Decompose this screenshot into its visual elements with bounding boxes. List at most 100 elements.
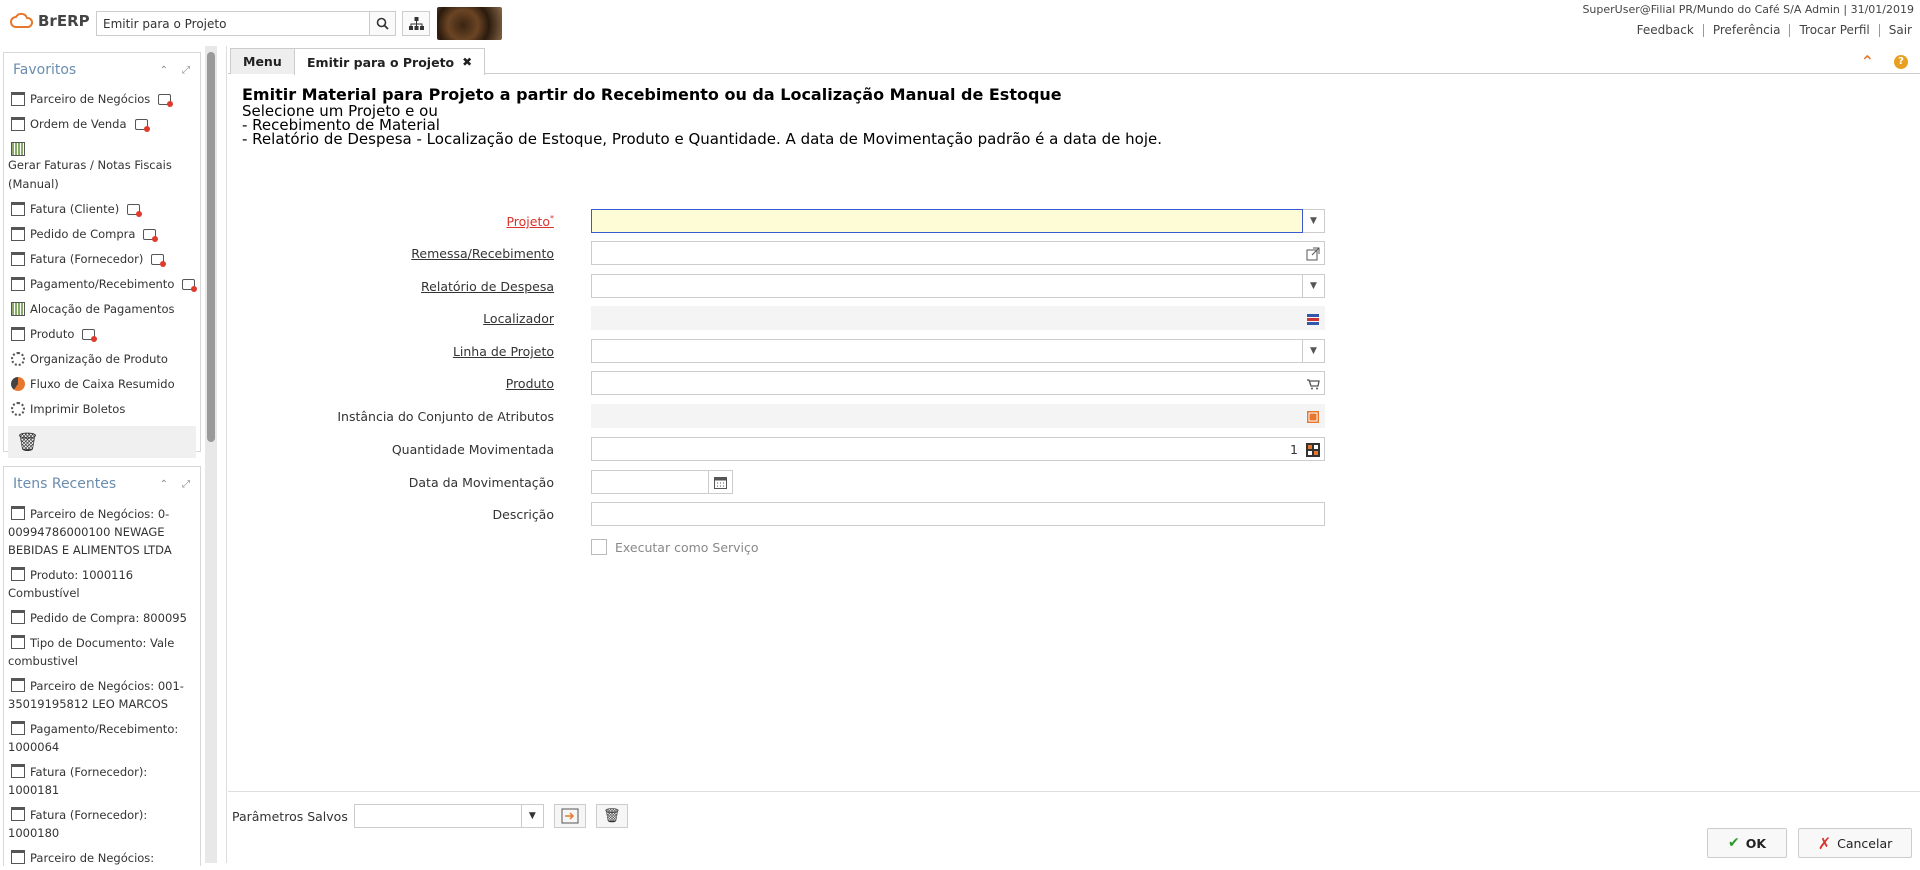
recent-item[interactable]: Parceiro de Negócios: 001-35019195812 LE…: [4, 673, 200, 716]
quantidade-input[interactable]: 1: [591, 437, 1325, 461]
feedback-link[interactable]: Feedback: [1628, 24, 1704, 37]
open-lookup-icon[interactable]: [1306, 247, 1320, 261]
panel-splitter[interactable]: [217, 46, 227, 863]
favorite-item[interactable]: Parceiro de Negócios: [4, 87, 200, 112]
grid-icon: [11, 302, 25, 316]
tab-emitir-projeto[interactable]: Emitir para o Projeto ✖: [294, 48, 486, 75]
favorite-label: Parceiro de Negócios: [30, 92, 151, 106]
favorite-item[interactable]: Pedido de Compra: [4, 222, 200, 247]
favorite-item[interactable]: Imprimir Boletos: [4, 397, 200, 422]
favorite-label: Fluxo de Caixa Resumido: [30, 377, 175, 391]
favorite-label: Gerar Faturas / Notas Fiscais (Manual): [8, 158, 172, 191]
new-record-icon[interactable]: [151, 254, 167, 267]
favorite-item[interactable]: Organização de Produto: [4, 347, 200, 372]
preferences-link[interactable]: Preferência: [1704, 24, 1791, 37]
favorite-label: Pagamento/Recebimento: [30, 277, 175, 291]
date-picker-button[interactable]: [709, 470, 733, 494]
brerp-logo[interactable]: BrERP: [10, 12, 90, 30]
expand-icon[interactable]: ⤢: [182, 65, 190, 76]
cloud-logo-icon: [10, 12, 34, 28]
instancia-input[interactable]: [591, 404, 1325, 428]
search-input[interactable]: [97, 12, 369, 35]
collapse-header-icon[interactable]: ⌃: [1861, 52, 1874, 71]
new-record-icon[interactable]: [134, 119, 150, 132]
check-icon: ✔: [1727, 835, 1740, 851]
favorite-item[interactable]: Pagamento/Recebimento: [4, 272, 200, 297]
label-linha[interactable]: Linha de Projeto: [453, 344, 554, 359]
scroll-thumb[interactable]: [207, 52, 215, 442]
collapse-icon[interactable]: ⌃: [160, 479, 168, 490]
cart-icon[interactable]: [1306, 377, 1320, 391]
favorite-item[interactable]: Fatura (Fornecedor): [4, 247, 200, 272]
close-tab-icon[interactable]: ✖: [462, 55, 472, 69]
recent-item[interactable]: Pagamento/Recebimento: 1000064: [4, 716, 200, 759]
window-icon: [11, 678, 25, 692]
main-area: Menu Emitir para o Projeto ✖ ⌃ ? Emitir …: [228, 46, 1920, 863]
search-button[interactable]: [369, 12, 395, 35]
switch-role-link[interactable]: Trocar Perfil: [1790, 24, 1880, 37]
help-icon[interactable]: ?: [1894, 54, 1908, 69]
calculator-icon[interactable]: [1306, 443, 1320, 457]
calendar-icon: [714, 476, 727, 489]
produto-input[interactable]: [591, 371, 1325, 395]
relatorio-dropdown[interactable]: ▼: [1303, 274, 1325, 298]
descricao-input[interactable]: [591, 502, 1325, 526]
label-projeto[interactable]: Projeto*: [506, 214, 554, 229]
ok-button[interactable]: ✔ OK: [1707, 828, 1787, 858]
recent-item[interactable]: Fatura (Fornecedor): 1000180: [4, 802, 200, 845]
favorite-item[interactable]: Alocação de Pagamentos: [4, 297, 200, 322]
saved-parameters-select[interactable]: ▼: [353, 804, 544, 828]
new-record-icon[interactable]: [182, 279, 198, 292]
label-remessa[interactable]: Remessa/Recebimento: [411, 246, 554, 261]
window-icon: [11, 227, 25, 241]
recent-item[interactable]: Produto: 1000116 Combustível: [4, 562, 200, 605]
process-description: Emitir Material para Projeto a partir do…: [242, 86, 1842, 154]
projeto-input[interactable]: [591, 209, 1303, 233]
favorite-item[interactable]: Fluxo de Caixa Resumido: [4, 372, 200, 397]
linha-input[interactable]: [591, 339, 1303, 363]
recent-item[interactable]: Tipo de Documento: Vale combustivel: [4, 630, 200, 673]
new-record-icon[interactable]: [127, 204, 143, 217]
favorite-item[interactable]: Ordem de Venda: [4, 112, 200, 137]
relatorio-input[interactable]: [591, 274, 1303, 298]
label-produto[interactable]: Produto: [506, 376, 554, 391]
recent-item[interactable]: Fatura (Fornecedor): 1000181: [4, 759, 200, 802]
projeto-dropdown[interactable]: ▼: [1303, 209, 1325, 233]
remessa-input[interactable]: [591, 241, 1325, 265]
load-parameters-button[interactable]: [553, 804, 586, 828]
tab-menu[interactable]: Menu: [230, 48, 295, 74]
favorite-item[interactable]: Produto: [4, 322, 200, 347]
label-localizador[interactable]: Localizador: [483, 311, 554, 326]
process-heading: Emitir Material para Projeto a partir do…: [242, 86, 1062, 104]
favorite-item[interactable]: Fatura (Cliente): [4, 197, 200, 222]
logout-link[interactable]: Sair: [1880, 24, 1914, 37]
expand-icon[interactable]: ⤢: [182, 479, 190, 490]
localizador-input[interactable]: [591, 306, 1325, 330]
attribute-set-icon[interactable]: [1306, 410, 1320, 424]
favorites-trash[interactable]: 🗑: [8, 426, 196, 458]
recent-item[interactable]: Parceiro de Negócios:: [4, 845, 200, 870]
cancel-button[interactable]: ✗ Cancelar: [1798, 828, 1912, 858]
recent-item[interactable]: Pedido de Compra: 800095: [4, 605, 200, 630]
checkbox-box[interactable]: [591, 539, 607, 555]
saved-dropdown-icon[interactable]: ▼: [520, 805, 543, 827]
quantidade-value: 1: [1290, 442, 1298, 457]
data-input[interactable]: [591, 470, 709, 494]
window-icon: [11, 635, 25, 649]
new-record-icon[interactable]: [82, 329, 98, 342]
row-relatorio: Relatório de Despesa ▼: [228, 274, 1328, 300]
label-relatorio[interactable]: Relatório de Despesa: [421, 279, 554, 294]
recent-label: Pedido de Compra: 800095: [30, 611, 187, 625]
delete-parameters-button[interactable]: 🗑: [595, 804, 628, 828]
locator-icon[interactable]: [1306, 312, 1320, 326]
left-panel-scrollbar[interactable]: [205, 46, 217, 863]
new-record-icon[interactable]: [158, 94, 174, 107]
window-icon: [11, 92, 25, 106]
tree-menu-button[interactable]: [402, 11, 430, 36]
linha-dropdown[interactable]: ▼: [1303, 339, 1325, 363]
favorite-item[interactable]: Gerar Faturas / Notas Fiscais (Manual): [4, 137, 200, 197]
recent-item[interactable]: Parceiro de Negócios: 0-00994786000100 N…: [4, 501, 200, 562]
executar-servico-checkbox[interactable]: Executar como Serviço: [591, 539, 759, 555]
new-record-icon[interactable]: [143, 229, 159, 242]
collapse-icon[interactable]: ⌃: [160, 65, 168, 76]
